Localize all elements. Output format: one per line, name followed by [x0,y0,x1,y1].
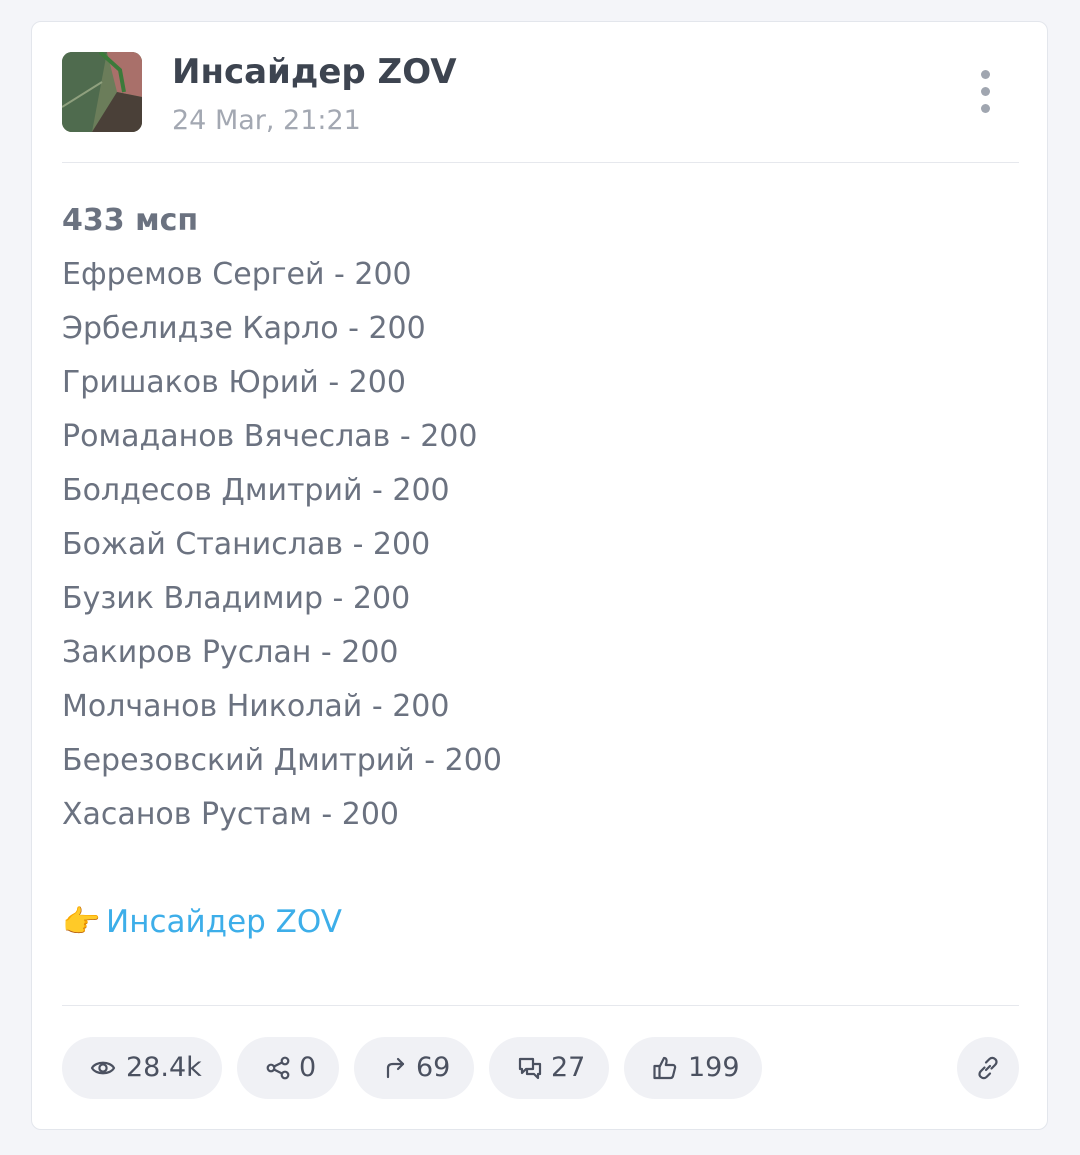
list-item: Божай Станислав - 200 [62,527,431,562]
list-item: Ромаданов Вячеслав - 200 [62,419,478,454]
copy-link-button[interactable] [957,1037,1019,1099]
forwards-stat[interactable]: 69 [354,1037,474,1099]
list-item: Березовский Дмитрий - 200 [62,743,502,778]
channel-avatar[interactable] [62,52,142,132]
comments-icon [518,1057,542,1080]
eye-icon [90,1061,116,1075]
post-date: 24 Mar, 21:21 [172,105,361,136]
list-item: Гришаков Юрий - 200 [62,365,406,400]
post-header: Инсайдер ZOV 24 Mar, 21:21 [62,52,1019,162]
more-dot [981,70,990,79]
more-vertical-icon[interactable] [971,70,1001,114]
likes-stat[interactable]: 199 [624,1037,762,1099]
list-item: Хасанов Рустам - 200 [62,797,399,832]
list-item: Закиров Руслан - 200 [62,635,399,670]
comments-stat[interactable]: 27 [489,1037,609,1099]
channel-name[interactable]: Инсайдер ZOV [172,52,457,92]
likes-count: 199 [688,1052,740,1083]
post-heading: 433 мсп [62,203,199,238]
shares-count: 0 [299,1052,317,1083]
link-icon [978,1056,998,1080]
post-text: 433 мсп Ефремов Сергей - 200 Эрбелидзе К… [62,194,1019,842]
more-dot [981,104,990,113]
channel-signature-link[interactable]: 👉 Инсайдер ZOV [62,895,342,949]
list-item: Молчанов Николай - 200 [62,689,450,724]
list-item: Бузик Владимир - 200 [62,581,411,616]
footer-divider [62,1005,1019,1006]
list-item: Болдесов Дмитрий - 200 [62,473,450,508]
signature-link-text[interactable]: Инсайдер ZOV [106,904,342,940]
share-icon [266,1056,290,1080]
post-card: Инсайдер ZOV 24 Mar, 21:21 433 мсп Ефрем… [31,21,1048,1130]
views-stat[interactable]: 28.4k [62,1037,222,1099]
list-item: Эрбелидзе Карло - 200 [62,311,426,346]
pointing-hand-icon: 👉 [62,904,101,940]
comments-count: 27 [551,1052,586,1083]
more-dot [981,87,990,96]
views-count: 28.4k [126,1052,202,1083]
list-item: Ефремов Сергей - 200 [62,257,412,292]
forwards-count: 69 [416,1052,451,1083]
header-divider [62,162,1019,163]
post-stats-bar: 28.4k 0 69 27 199 [62,1037,1019,1101]
thumbs-up-icon [653,1056,677,1080]
forward-arrow-icon [386,1057,405,1079]
shares-stat[interactable]: 0 [237,1037,339,1099]
